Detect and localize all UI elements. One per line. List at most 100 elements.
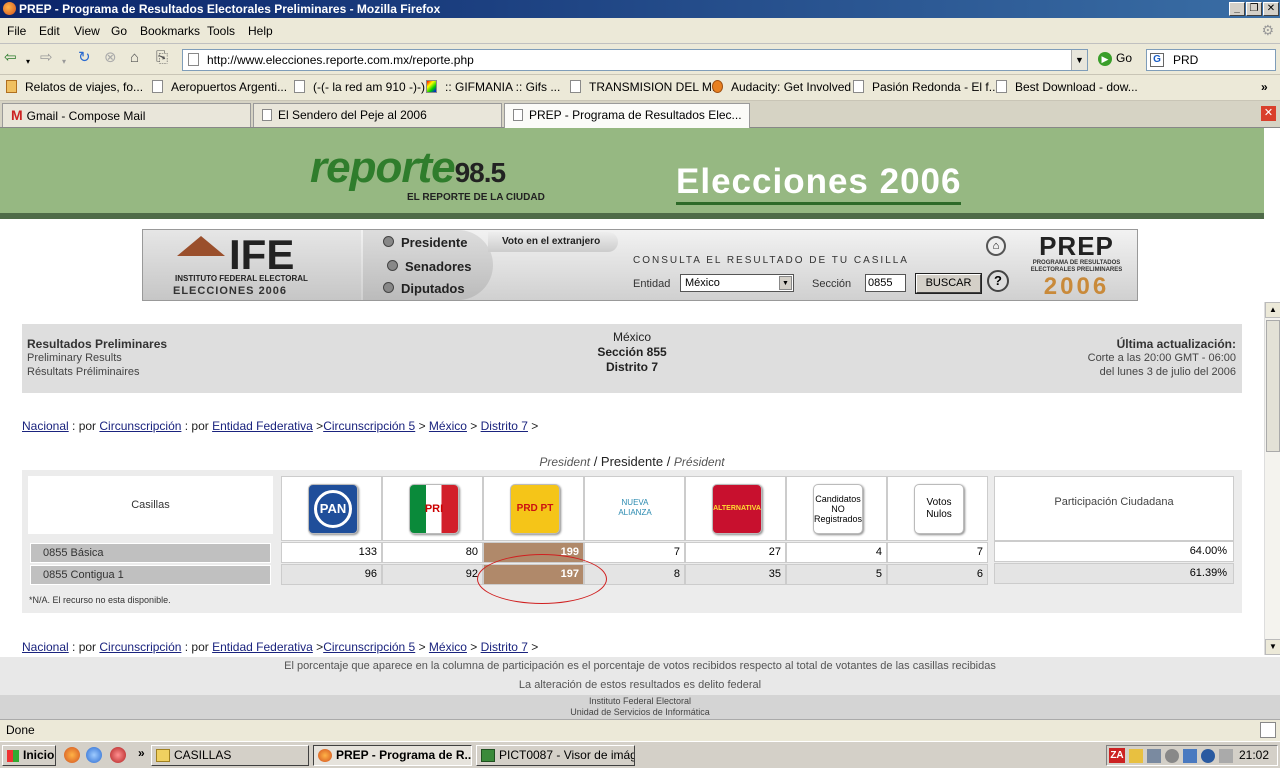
vote-cell: 80 (382, 542, 483, 563)
vote-cell: 7 (887, 542, 988, 563)
tab-gmail[interactable]: M Gmail - Compose Mail (2, 103, 251, 127)
minimize-button[interactable]: _ (1229, 2, 1245, 16)
home-icon[interactable]: ⌂ (986, 236, 1006, 256)
stop-icon[interactable]: ⊗ (104, 50, 117, 66)
quicklaunch-more-icon[interactable]: » (138, 746, 145, 760)
url-dropdown-icon[interactable]: ▼ (1071, 50, 1087, 70)
menu-file[interactable]: File (7, 24, 26, 38)
tray-icon[interactable] (1201, 749, 1215, 763)
ife-logo[interactable]: IFE INSTITUTO FEDERAL ELECTORAL ELECCION… (143, 230, 361, 300)
tray-icon[interactable] (1129, 749, 1143, 763)
crumb-mexico[interactable]: México (429, 640, 467, 654)
bookmark-page-icon[interactable]: ⎘ (156, 50, 168, 66)
page-icon (262, 109, 272, 121)
start-button[interactable]: Inicio (2, 745, 56, 766)
bookmark-item[interactable]: :: GIFMANIA :: Gifs ... (426, 80, 560, 94)
voto-extranjero-link[interactable]: Voto en el extranjero (488, 232, 618, 252)
no-registrados-box: Candidatos NO Registrados (813, 484, 863, 534)
tab-prep[interactable]: PREP - Programa de Resultados Elec... (504, 103, 750, 128)
crumb-circ5[interactable]: Circunscripción 5 (323, 640, 415, 654)
menu-tools[interactable]: Tools (207, 24, 235, 38)
party-header-prd-pt: PRD PT (483, 476, 584, 541)
close-button[interactable]: ✕ (1263, 2, 1279, 16)
casilla-row-label[interactable]: 0855 Contigua 1 (30, 565, 271, 585)
crumb-circ5[interactable]: Circunscripción 5 (323, 419, 415, 433)
bookmark-item[interactable]: (-(- la red am 910 -)-) (294, 80, 425, 94)
crumb-distrito[interactable]: Distrito 7 (481, 419, 528, 433)
menu-view[interactable]: View (74, 24, 100, 38)
forward-icon[interactable]: ⇨ (40, 50, 53, 66)
bookmark-item[interactable]: Pasión Redonda - El f... (853, 80, 999, 94)
tray-icon[interactable] (1219, 749, 1233, 763)
section-title: President / Presidente / Président (539, 454, 725, 469)
menu-edit[interactable]: Edit (39, 24, 60, 38)
forward-dropdown-icon[interactable]: ▾ (62, 54, 66, 70)
gmail-icon: M (11, 107, 23, 123)
menu-bookmarks[interactable]: Bookmarks (140, 24, 200, 38)
crumb-distrito[interactable]: Distrito 7 (481, 640, 528, 654)
page-scrollbar[interactable]: ▲ ▼ (1264, 302, 1280, 655)
app-quicklaunch-icon[interactable] (110, 747, 126, 763)
bookmark-item[interactable]: Audacity: Get Involved (712, 80, 851, 94)
url-bar[interactable]: http://www.elecciones.reporte.com.mx/rep… (182, 49, 1088, 71)
search-input[interactable]: G PRD (1146, 49, 1276, 71)
reporte-logo[interactable]: reporte98.5 (310, 146, 506, 195)
footer-warning: La alteración de estos resultados es del… (0, 677, 1280, 695)
bookmark-item[interactable]: Relatos de viajes, fo... (6, 80, 143, 94)
scroll-up-icon[interactable]: ▲ (1265, 302, 1280, 318)
bookmark-item[interactable]: Best Download - dow... (996, 80, 1138, 94)
scroll-thumb[interactable] (1266, 320, 1280, 452)
crumb-circunscripcion[interactable]: Circunscripción (99, 640, 181, 654)
clock[interactable]: 21:02 (1239, 746, 1269, 765)
menu-help[interactable]: Help (248, 24, 273, 38)
google-icon[interactable]: G (1150, 53, 1164, 67)
buscar-button[interactable]: BUSCAR (915, 273, 982, 294)
menu-senadores[interactable]: Senadores (387, 259, 471, 274)
menu-diputados[interactable]: Diputados (383, 281, 465, 296)
crumb-nacional[interactable]: Nacional (22, 419, 69, 433)
vote-cell: 27 (685, 542, 786, 563)
crumb-entidad[interactable]: Entidad Federativa (212, 640, 313, 654)
taskbar-item-casillas[interactable]: CASILLAS (151, 745, 309, 766)
status-icon[interactable] (1260, 722, 1276, 738)
back-dropdown-icon[interactable]: ▾ (26, 54, 30, 70)
bookmark-item[interactable]: TRANSMISION DEL M... (570, 80, 722, 94)
firefox-quicklaunch-icon[interactable] (64, 747, 80, 763)
za-tray-icon[interactable]: ZA (1109, 748, 1125, 763)
tray-icon[interactable] (1183, 749, 1197, 763)
crumb-mexico[interactable]: México (429, 419, 467, 433)
reload-icon[interactable]: ↻ (78, 50, 91, 66)
taskbar-item-visor[interactable]: PICT0087 - Visor de imág... (476, 745, 635, 766)
tab-sendero[interactable]: El Sendero del Peje al 2006 (253, 103, 502, 127)
help-icon[interactable]: ? (987, 270, 1009, 292)
more-bookmarks-icon[interactable]: » (1261, 80, 1268, 94)
entidad-select[interactable]: México ▼ (680, 274, 794, 292)
network-icon[interactable] (1147, 749, 1161, 763)
breadcrumb-bottom: Nacional : por Circunscripción : por Ent… (22, 640, 539, 654)
ife-menu: Presidente Senadores Diputados (363, 230, 493, 300)
menu-presidente[interactable]: Presidente (383, 235, 467, 250)
window-titlebar: PREP - Programa de Resultados Electorale… (0, 0, 1280, 18)
crumb-entidad[interactable]: Entidad Federativa (212, 419, 313, 433)
menu-go[interactable]: Go (111, 24, 127, 38)
volume-icon[interactable] (1165, 749, 1179, 763)
maximize-button[interactable]: ❐ (1246, 2, 1262, 16)
seccion-input[interactable]: 0855 (865, 274, 906, 292)
crumb-circunscripcion[interactable]: Circunscripción (99, 419, 181, 433)
bookmark-icon (570, 80, 581, 93)
scroll-down-icon[interactable]: ▼ (1265, 639, 1280, 655)
elecciones-title: Elecciones 2006 (676, 162, 962, 205)
home-icon[interactable]: ⌂ (130, 50, 139, 66)
back-icon[interactable]: ⇦ (4, 50, 17, 66)
bookmark-item[interactable]: Aeropuertos Argenti... (152, 80, 287, 94)
go-button[interactable]: ▶ Go (1098, 51, 1132, 66)
vote-cell: 92 (382, 564, 483, 585)
vote-cell-leading: 197 (483, 564, 584, 585)
close-tab-icon[interactable]: ✕ (1261, 106, 1276, 121)
browser-quicklaunch-icon[interactable] (86, 747, 102, 763)
taskbar-item-prep[interactable]: PREP - Programa de R... (313, 745, 472, 766)
crumb-nacional[interactable]: Nacional (22, 640, 69, 654)
site-banner: reporte98.5 EL REPORTE DE LA CIUDAD Elec… (0, 128, 1264, 219)
casillas-header: Casillas (28, 476, 273, 534)
casilla-row-label[interactable]: 0855 Básica (30, 543, 271, 563)
